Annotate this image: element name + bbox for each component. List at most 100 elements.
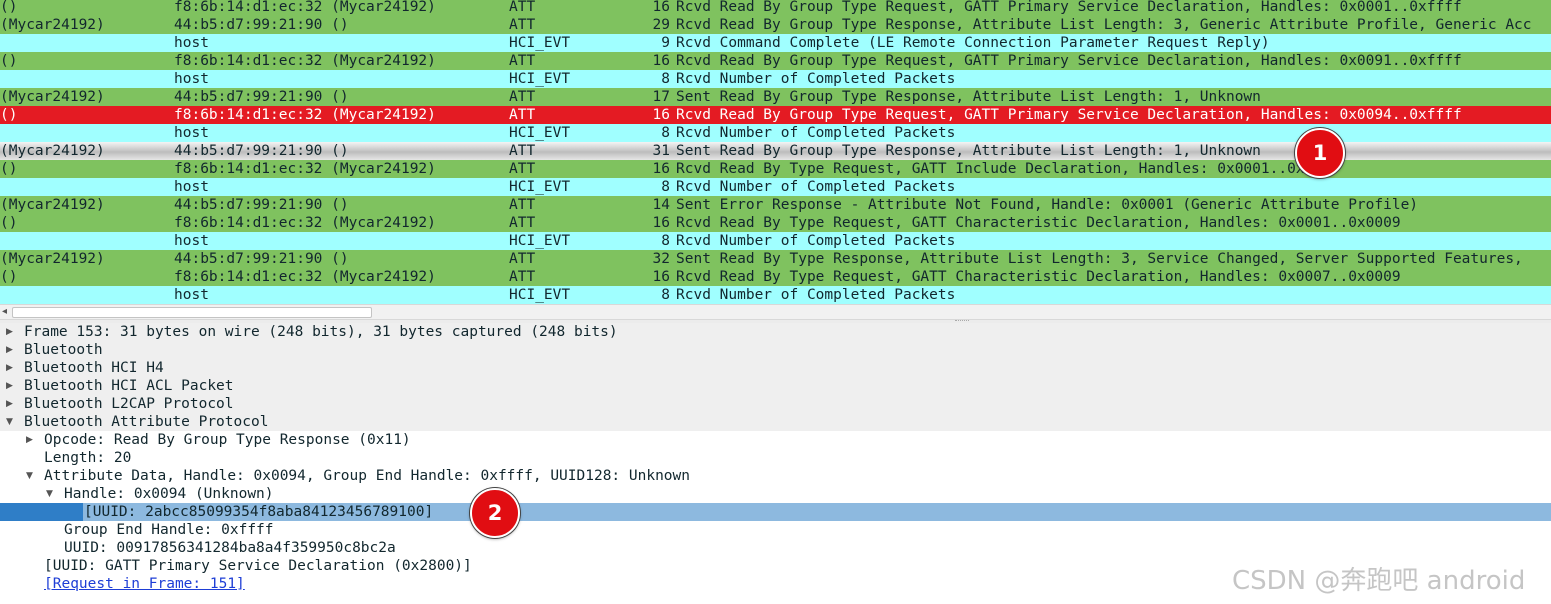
detail-text: Bluetooth HCI ACL Packet xyxy=(24,378,234,394)
packet-row[interactable]: (Mycar24192) 44:b5:d7:99:21:90 () ATT 32 Sen… xyxy=(0,250,1551,268)
detail-text: UUID: 00917856341284ba8a4f359950c8bc2a xyxy=(64,540,396,556)
packet-destination: 44:b5:d7:99:21:90 () xyxy=(174,197,349,213)
packet-protocol: ATT xyxy=(509,197,536,213)
annotation-badge-2: 2 xyxy=(470,488,520,538)
packet-destination: f8:6b:14:d1:ec:32 (Mycar24192) xyxy=(174,215,436,231)
expand-arrow-right-icon[interactable]: ▶ xyxy=(6,341,13,359)
packet-source: (Mycar24192) xyxy=(0,251,105,267)
packet-row[interactable]: () f8:6b:14:d1:ec:32 (Mycar24192) ATT 16 Rcv… xyxy=(0,268,1551,286)
packet-row[interactable]: () f8:6b:14:d1:ec:32 (Mycar24192) ATT 16 Rcv… xyxy=(0,0,1551,16)
detail-text: Opcode: Read By Group Type Response (0x1… xyxy=(44,432,411,448)
packet-length: 16 xyxy=(652,269,670,285)
packet-info: Rcvd Read By Group Type Response, Attrib… xyxy=(676,17,1532,33)
scrollbar-thumb[interactable] xyxy=(12,307,372,318)
packet-row[interactable]: host HCI_EVT 8 Rcvd Number of Completed Pac… xyxy=(0,70,1551,88)
packet-list-horizontal-scrollbar[interactable]: ◂ xyxy=(0,304,1551,320)
expand-arrow-right-icon[interactable]: ▶ xyxy=(6,377,13,395)
packet-info: Sent Read By Type Response, Attribute Li… xyxy=(676,251,1523,267)
packet-length: 16 xyxy=(652,161,670,177)
packet-destination: f8:6b:14:d1:ec:32 (Mycar24192) xyxy=(174,107,436,123)
packet-info: Rcvd Command Complete (LE Remote Connect… xyxy=(676,35,1270,51)
packet-length: 29 xyxy=(652,17,670,33)
expand-arrow-right-icon[interactable]: ▶ xyxy=(6,395,13,413)
scroll-left-arrow-icon[interactable]: ◂ xyxy=(2,305,7,319)
detail-tree-item[interactable]: UUID: 00917856341284ba8a4f359950c8bc2a xyxy=(0,539,1551,557)
packet-length: 8 xyxy=(661,71,670,87)
packet-length: 8 xyxy=(661,179,670,195)
packet-protocol: HCI_EVT xyxy=(509,179,571,195)
packet-info: Sent Read By Group Type Response, Attrib… xyxy=(676,89,1261,105)
detail-text: Bluetooth Attribute Protocol xyxy=(24,414,269,430)
packet-info: Rcvd Read By Group Type Request, GATT Pr… xyxy=(676,0,1462,15)
packet-protocol: ATT xyxy=(509,251,536,267)
packet-protocol: HCI_EVT xyxy=(509,125,571,141)
packet-row[interactable]: (Mycar24192) 44:b5:d7:99:21:90 () ATT 17 Sen… xyxy=(0,88,1551,106)
packet-destination: 44:b5:d7:99:21:90 () xyxy=(174,251,349,267)
packet-protocol: ATT xyxy=(509,269,536,285)
packet-length: 16 xyxy=(652,53,670,69)
packet-protocol: ATT xyxy=(509,17,536,33)
detail-tree-item[interactable]: ▶ Frame 153: 31 bytes on wire (248 bits),… xyxy=(0,323,1551,341)
packet-source: (Mycar24192) xyxy=(0,89,105,105)
packet-protocol: ATT xyxy=(509,107,536,123)
detail-tree-item[interactable]: ▶ Opcode: Read By Group Type Response (0x… xyxy=(0,431,1551,449)
packet-row[interactable]: host HCI_EVT 8 Rcvd Number of Completed Pac… xyxy=(0,232,1551,250)
packet-source: () xyxy=(0,215,18,231)
detail-text: Frame 153: 31 bytes on wire (248 bits), … xyxy=(24,324,618,340)
packet-protocol: HCI_EVT xyxy=(509,35,571,51)
packet-info: Rcvd Number of Completed Packets xyxy=(676,233,956,249)
packet-length: 16 xyxy=(652,0,670,15)
packet-protocol: ATT xyxy=(509,161,536,177)
detail-tree-item[interactable]: ▼ Attribute Data, Handle: 0x0094, Group E… xyxy=(0,467,1551,485)
request-frame-link[interactable]: [Request in Frame: 151] xyxy=(44,575,245,593)
packet-destination: host xyxy=(174,35,209,51)
detail-text: Bluetooth HCI H4 xyxy=(24,360,164,376)
packet-row[interactable]: () f8:6b:14:d1:ec:32 (Mycar24192) ATT 16 Rcv… xyxy=(0,106,1551,124)
expand-arrow-down-icon[interactable]: ▼ xyxy=(46,485,53,503)
expand-arrow-right-icon[interactable]: ▶ xyxy=(26,431,33,449)
detail-tree-item[interactable]: ▶ Bluetooth L2CAP Protocol xyxy=(0,395,1551,413)
packet-length: 31 xyxy=(652,143,670,159)
detail-text: Length: 20 xyxy=(44,450,132,466)
packet-protocol: HCI_EVT xyxy=(509,233,571,249)
packet-source: (Mycar24192) xyxy=(0,143,105,159)
detail-tree-item[interactable]: ▶ Bluetooth HCI ACL Packet xyxy=(0,377,1551,395)
packet-info: Rcvd Read By Type Request, GATT Characte… xyxy=(676,269,1401,285)
detail-tree-item[interactable]: Group End Handle: 0xffff xyxy=(0,521,1551,539)
packet-row[interactable]: () f8:6b:14:d1:ec:32 (Mycar24192) ATT 16 Rcv… xyxy=(0,214,1551,232)
detail-tree-item[interactable]: ▼ Bluetooth Attribute Protocol xyxy=(0,413,1551,431)
packet-info: Rcvd Read By Type Request, GATT Include … xyxy=(676,161,1340,177)
expand-arrow-right-icon[interactable]: ▶ xyxy=(6,359,13,377)
expand-arrow-down-icon[interactable]: ▼ xyxy=(6,413,13,431)
packet-row[interactable]: (Mycar24192) 44:b5:d7:99:21:90 () ATT 29 Rcv… xyxy=(0,16,1551,34)
packet-info: Rcvd Number of Completed Packets xyxy=(676,125,956,141)
packet-length: 9 xyxy=(661,35,670,51)
packet-row[interactable]: host HCI_EVT 8 Rcvd Number of Completed Pac… xyxy=(0,286,1551,304)
detail-tree-item[interactable]: ▶ Bluetooth HCI H4 xyxy=(0,359,1551,377)
packet-source: () xyxy=(0,107,18,123)
packet-source: () xyxy=(0,161,18,177)
packet-length: 8 xyxy=(661,125,670,141)
detail-text: Attribute Data, Handle: 0x0094, Group En… xyxy=(44,468,691,484)
detail-tree-item[interactable]: [UUID: 2abcc85099354f8aba84123456789100] xyxy=(0,503,1551,521)
packet-row[interactable]: () f8:6b:14:d1:ec:32 (Mycar24192) ATT 16 Rcv… xyxy=(0,52,1551,70)
packet-info: Rcvd Read By Group Type Request, GATT Pr… xyxy=(676,107,1462,123)
expand-arrow-down-icon[interactable]: ▼ xyxy=(26,467,33,485)
packet-info: Rcvd Read By Type Request, GATT Characte… xyxy=(676,215,1401,231)
packet-row[interactable]: host HCI_EVT 8 Rcvd Number of Completed Pac… xyxy=(0,178,1551,196)
packet-protocol: HCI_EVT xyxy=(509,71,571,87)
detail-tree-item[interactable]: ▼ Handle: 0x0094 (Unknown) xyxy=(0,485,1551,503)
packet-destination: 44:b5:d7:99:21:90 () xyxy=(174,89,349,105)
packet-row[interactable]: (Mycar24192) 44:b5:d7:99:21:90 () ATT 14 Sen… xyxy=(0,196,1551,214)
packet-info: Sent Error Response - Attribute Not Foun… xyxy=(676,197,1419,213)
packet-row[interactable]: host HCI_EVT 9 Rcvd Command Complete (LE Re… xyxy=(0,34,1551,52)
packet-destination: f8:6b:14:d1:ec:32 (Mycar24192) xyxy=(174,269,436,285)
packet-destination: f8:6b:14:d1:ec:32 (Mycar24192) xyxy=(174,53,436,69)
expand-arrow-right-icon[interactable]: ▶ xyxy=(6,323,13,341)
watermark: CSDN @奔跑吧 android xyxy=(1232,566,1526,596)
packet-protocol: ATT xyxy=(509,53,536,69)
detail-tree-item[interactable]: Length: 20 xyxy=(0,449,1551,467)
detail-tree-item[interactable]: ▶ Bluetooth xyxy=(0,341,1551,359)
packet-length: 16 xyxy=(652,215,670,231)
packet-info: Rcvd Number of Completed Packets xyxy=(676,287,956,303)
